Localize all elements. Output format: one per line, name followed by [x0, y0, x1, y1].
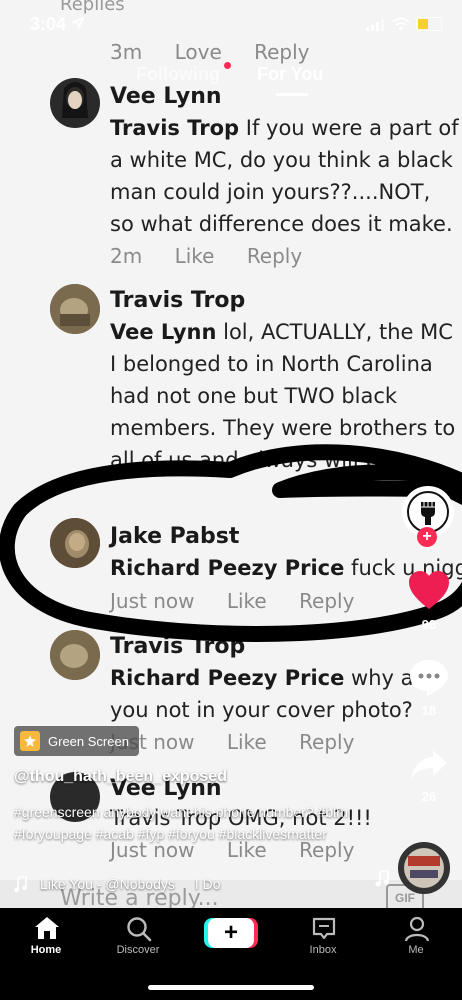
comment-count: 18: [421, 703, 437, 718]
creator-username[interactable]: @thou_hath_been_exposed: [14, 768, 227, 786]
location-arrow-icon: [72, 17, 84, 29]
green-screen-icon: [20, 731, 40, 751]
heart-icon[interactable]: [408, 571, 450, 611]
comment-body: Travis Trop If you were a part of a whit…: [110, 112, 460, 240]
effect-label: Green Screen: [48, 733, 129, 749]
comment-mention: Travis Trop: [110, 116, 240, 140]
comment-meta: Just now Like Reply: [110, 730, 380, 754]
music-note-icon: [14, 876, 27, 892]
nav-discover-label: Discover: [116, 944, 160, 956]
comment-like: Like: [226, 730, 267, 754]
comment-like: Like: [174, 244, 215, 268]
sound-title-tail: I Do: [194, 876, 221, 892]
status-bar: 3:04: [0, 0, 462, 44]
profile-icon: [404, 916, 430, 942]
status-time: 3:04: [30, 14, 67, 34]
battery-icon: [416, 17, 442, 31]
caption-text: #greenscreen anybody want his phone numb…: [14, 804, 348, 842]
comment-icon[interactable]: [409, 659, 449, 697]
top-tabs: Following For You: [0, 62, 462, 102]
comment-reply: Reply: [299, 730, 355, 754]
comment-author: Travis Trop: [110, 288, 246, 313]
comment-time: 2m: [110, 244, 143, 268]
notification-dot: [224, 62, 231, 69]
sound-marquee[interactable]: Like You - @Nobodys I Do: [14, 876, 221, 892]
nav-me-label: Me: [408, 944, 424, 956]
album-art-icon: [404, 848, 444, 888]
home-icon: [35, 917, 59, 939]
create-button: +: [204, 918, 258, 948]
tiktok-screen: Replies 3m Love Reply Vee Lynn Travis Tr…: [0, 0, 462, 1000]
avatar: [50, 284, 100, 334]
music-note-icon: [375, 870, 389, 887]
nav-home-label: Home: [30, 944, 62, 956]
home-indicator: [148, 985, 314, 990]
drawn-circle-annotation: [0, 444, 462, 642]
comment-reply: Reply: [246, 244, 303, 268]
effect-tag[interactable]: Green Screen: [14, 726, 139, 756]
comment-mention: Richard Peezy Price: [110, 666, 345, 690]
bottom-nav: Home Discover + Inbox Me: [0, 908, 462, 1000]
sound-title: Like You - @Nobodys: [40, 876, 175, 892]
comment-meta: 2m Like Reply: [110, 244, 328, 268]
nav-inbox-label: Inbox: [309, 944, 337, 956]
share-count: 26: [421, 789, 437, 804]
tab-following[interactable]: Following: [136, 64, 220, 85]
search-icon: [127, 917, 152, 942]
like-count: 98: [421, 617, 437, 632]
plus-icon: +: [208, 918, 254, 948]
sound-disc[interactable]: [398, 842, 450, 894]
active-tab-indicator: [276, 93, 308, 96]
tab-for-you[interactable]: For You: [257, 64, 323, 85]
wifi-icon: [392, 17, 410, 31]
share-icon[interactable]: [409, 748, 449, 782]
cellular-signal-icon: [366, 19, 384, 31]
inbox-icon: [312, 917, 336, 940]
comment-mention: Vee Lynn: [110, 320, 217, 344]
follow-plus-button[interactable]: +: [417, 527, 437, 547]
